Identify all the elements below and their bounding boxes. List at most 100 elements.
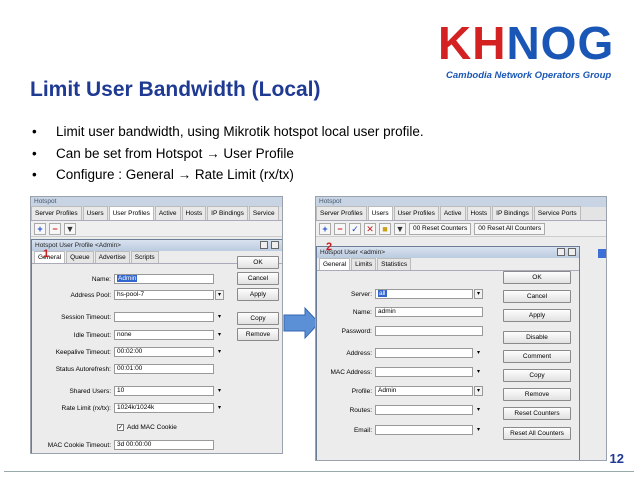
dropdown-icon[interactable]: ▾	[215, 330, 224, 340]
status-row: Status Autorefresh: 00:01:00	[32, 364, 214, 374]
mac-timeout-field[interactable]: 3d 00:00:00	[114, 440, 214, 450]
tab-active[interactable]: Active	[154, 206, 181, 220]
idle-label: Idle Timeout:	[73, 331, 111, 339]
ok-button[interactable]: OK	[503, 271, 571, 284]
name-field[interactable]: Admin	[114, 274, 214, 284]
status-label: Status Autorefresh:	[55, 365, 111, 373]
add-icon[interactable]: +	[319, 222, 331, 235]
bullet-list: Limit user bandwidth, using Mikrotik hot…	[30, 121, 424, 186]
rate-limit-field[interactable]: 1024k/1024k	[114, 403, 214, 413]
tab-active[interactable]: Active	[439, 206, 466, 220]
filter-icon[interactable]: ▼	[394, 222, 406, 235]
remove-button[interactable]: Remove	[237, 328, 279, 341]
comment-button[interactable]: Comment	[503, 350, 571, 363]
enable-icon[interactable]: ✓	[349, 222, 361, 235]
idle-field[interactable]: none	[114, 330, 214, 340]
reset-counters-button[interactable]: Reset Counters	[503, 407, 571, 420]
close-icon[interactable]	[568, 248, 576, 256]
disable-button[interactable]: Disable	[503, 331, 571, 344]
dropdown-icon[interactable]: ▾	[474, 405, 483, 415]
dropdown-icon[interactable]: ▾	[474, 367, 483, 377]
tab-statistics[interactable]: Statistics	[377, 258, 412, 270]
tab-ip-bindings[interactable]: IP Bindings	[207, 206, 248, 220]
apply-button[interactable]: Apply	[237, 288, 279, 301]
dropdown-icon[interactable]: ▾	[215, 347, 224, 357]
shared-field[interactable]: 10	[114, 386, 214, 396]
tab-user-profiles[interactable]: User Profiles	[108, 206, 154, 220]
keepalive-label: Keepalive Timeout:	[55, 348, 111, 356]
remove-button[interactable]: Remove	[503, 388, 571, 401]
email-row: Email: ▾	[317, 425, 483, 435]
tab-users[interactable]: Users	[367, 206, 393, 220]
pool-field[interactable]: hs-pool-7	[114, 290, 214, 300]
dropdown-icon[interactable]: ▾	[474, 386, 483, 396]
tab-limits[interactable]: Limits	[351, 258, 377, 270]
add-icon[interactable]: +	[34, 222, 46, 235]
reset-all-counters-button[interactable]: Reset All Counters	[503, 427, 571, 440]
tab-server-profiles[interactable]: Server Profiles	[316, 206, 367, 220]
password-field[interactable]	[375, 326, 483, 336]
mac-cookie-row: ✓ Add MAC Cookie	[117, 424, 177, 431]
server-row: Server: all ▾	[317, 289, 483, 299]
mac-field[interactable]	[375, 367, 473, 377]
reset-all-counters-button[interactable]: 00 Reset All Counters	[474, 222, 546, 235]
tab-user-profiles[interactable]: User Profiles	[393, 206, 439, 220]
tab-hosts[interactable]: Hosts	[466, 206, 492, 220]
status-field[interactable]: 00:01:00	[114, 364, 214, 374]
maximize-icon[interactable]	[260, 241, 268, 249]
mac-row: MAC Address: ▾	[317, 367, 483, 377]
tab-hosts[interactable]: Hosts	[181, 206, 207, 220]
ok-button[interactable]: OK	[237, 256, 279, 269]
routes-field[interactable]	[375, 405, 473, 415]
remove-icon[interactable]: −	[49, 222, 61, 235]
dropdown-icon[interactable]: ▾	[215, 290, 224, 300]
filter-icon[interactable]: ▼	[64, 222, 76, 235]
dialog-title: Hotspot User Profile <Admin>	[32, 240, 282, 251]
tab-server-profiles[interactable]: Server Profiles	[31, 206, 82, 220]
routes-row: Routes: ▾	[317, 405, 483, 415]
email-field[interactable]	[375, 425, 473, 435]
tab-service[interactable]: Service	[248, 206, 279, 220]
copy-button[interactable]: Copy	[503, 369, 571, 382]
idle-row: Idle Timeout: none ▾	[32, 330, 224, 340]
tab-service-ports[interactable]: Service Ports	[533, 206, 581, 220]
tab-scripts[interactable]: Scripts	[130, 251, 159, 263]
bullet-item: Configure : General → Rate Limit (rx/tx)	[30, 164, 424, 186]
name-field[interactable]: admin	[375, 307, 483, 317]
remove-icon[interactable]: −	[334, 222, 346, 235]
tab-advertise[interactable]: Advertise	[94, 251, 130, 263]
dropdown-icon[interactable]: ▾	[474, 348, 483, 358]
tab-general[interactable]: General	[34, 251, 66, 263]
close-icon[interactable]	[271, 241, 279, 249]
page-number: 12	[609, 451, 624, 466]
dropdown-icon[interactable]: ▾	[474, 289, 483, 299]
password-label: Password:	[341, 327, 372, 335]
keepalive-field[interactable]: 00:02:00	[114, 347, 214, 357]
profile-field[interactable]: Admin	[375, 386, 473, 396]
checkbox-icon[interactable]: ✓	[117, 424, 124, 431]
comment-icon[interactable]: ■	[379, 222, 391, 235]
address-field[interactable]	[375, 348, 473, 358]
disable-icon[interactable]: ✕	[364, 222, 376, 235]
mac-cookie-label: Add MAC Cookie	[127, 424, 177, 431]
tab-users[interactable]: Users	[82, 206, 108, 220]
dropdown-icon[interactable]: ▾	[215, 403, 224, 413]
profile-row: Profile: Admin ▾	[317, 386, 483, 396]
copy-button[interactable]: Copy	[237, 312, 279, 325]
tab-queue[interactable]: Queue	[66, 251, 94, 263]
server-field[interactable]: all	[375, 289, 473, 299]
reset-counters-button[interactable]: 00 Reset Counters	[409, 222, 472, 235]
apply-button[interactable]: Apply	[503, 309, 571, 322]
dropdown-icon[interactable]: ▾	[215, 312, 224, 322]
session-field[interactable]	[114, 312, 214, 322]
cancel-button[interactable]: Cancel	[503, 290, 571, 303]
tab-ip-bindings[interactable]: IP Bindings	[492, 206, 533, 220]
dropdown-icon[interactable]: ▾	[215, 386, 224, 396]
hotspot-user-dialog: Hotspot User <admin> General Limits Stat…	[316, 246, 580, 460]
dropdown-icon[interactable]: ▾	[474, 425, 483, 435]
cancel-button[interactable]: Cancel	[237, 272, 279, 285]
server-label: Server:	[351, 290, 372, 298]
tab-general[interactable]: General	[319, 258, 351, 270]
maximize-icon[interactable]	[557, 248, 565, 256]
name-label: Name:	[352, 308, 372, 316]
